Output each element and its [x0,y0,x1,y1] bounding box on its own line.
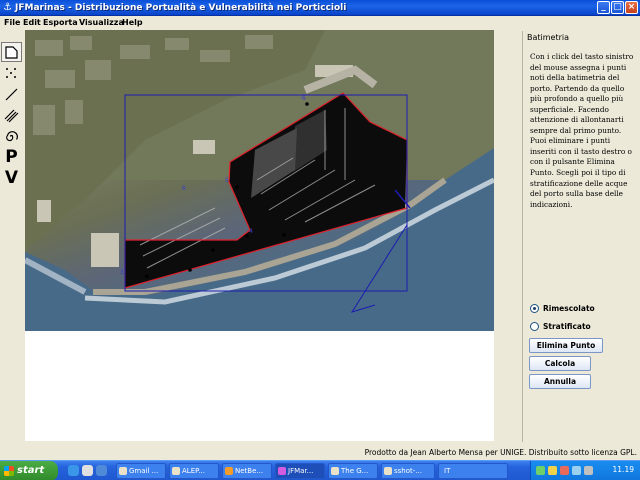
system-tray: 11.19 [530,461,640,480]
taskbar: start Gmail ... ALEP... NetBe... JFMar..… [0,460,640,480]
jfmarinas-task-icon [278,467,286,475]
polygon-tool-icon [5,45,18,59]
task-label: Gmail ... [129,467,159,475]
menu-bar: File Edit Esporta Visualizza Help [0,16,640,29]
maximize-button[interactable]: □ [611,1,624,14]
title-bar[interactable]: ⚓ JFMarinas - Distribuzione Portualità e… [0,0,640,16]
task-label: ALEP... [182,467,205,475]
netbeans-task-icon [225,467,233,475]
alert-tray-icon[interactable] [560,466,569,475]
close-button[interactable]: × [625,1,638,14]
clock: 11.19 [612,465,634,474]
menu-help[interactable]: Help [122,17,143,28]
v-tool-button[interactable]: V [1,168,22,188]
task-label: NetBe... [235,467,264,475]
status-text: Prodotto da Jean Alberto Mensa per UNIGE… [364,448,637,457]
task-label: IT [444,467,451,475]
volume-tray-icon[interactable] [572,466,581,475]
task-label: sshot-... [394,467,422,475]
instructions-text: Con i click del tasto sinistro del mouse… [530,52,634,209]
line-tool-button[interactable] [1,84,22,104]
tool-palette: P V [1,42,23,202]
app-icon: ⚓ [3,2,12,13]
task-label: JFMar... [288,467,314,475]
start-button[interactable]: start [0,461,58,480]
status-bar: Prodotto da Jean Alberto Mensa per UNIGE… [0,446,640,460]
task-language[interactable]: IT [438,463,508,479]
desktop-quicklaunch-icon[interactable] [82,465,93,476]
radio-stratificato-label[interactable]: Stratificato [543,322,591,331]
gmail-task-icon [119,467,127,475]
svg-text:3: 3 [120,269,124,276]
the-g-task-icon [331,467,339,475]
p-tool-button[interactable]: P [1,147,22,167]
annulla-button[interactable]: Annulla [529,374,591,389]
elimina-punto-button[interactable]: Elimina Punto [529,338,603,353]
canvas-blank-area [25,331,494,441]
task-netbeans[interactable]: NetBe... [222,463,272,479]
radio-stratificato-indicator[interactable] [530,322,539,331]
radio-rimescolato-label[interactable]: Rimescolato [543,304,595,313]
media-quicklaunch-icon[interactable] [96,465,107,476]
task-sshot[interactable]: sshot-... [381,463,435,479]
task-the-g[interactable]: The G... [328,463,378,479]
points-tool-button[interactable] [1,63,22,83]
polygon-tool-button[interactable] [1,42,22,62]
network-tray-icon[interactable] [536,466,545,475]
menu-esporta[interactable]: Esporta [43,17,78,28]
start-label: start [17,465,45,476]
minimize-button[interactable]: _ [597,1,610,14]
svg-text:·6: ·6 [300,95,306,102]
task-alep[interactable]: ALEP... [169,463,219,479]
hatch-tool-button[interactable] [1,105,22,125]
v-tool-icon: V [4,168,19,188]
calcola-button[interactable]: Calcola [529,356,591,371]
menu-file[interactable]: File [4,17,20,28]
hatch-tool-icon [4,109,19,122]
svg-text:6: 6 [182,185,186,192]
window-title: JFMarinas - Distribuzione Portualità e V… [15,3,347,13]
svg-text:5: 5 [225,177,229,184]
svg-text:4: 4 [249,228,253,235]
browser-quicklaunch-icon[interactable] [68,465,79,476]
menu-edit[interactable]: Edit [23,17,41,28]
line-tool-icon [5,88,18,100]
task-label: The G... [341,467,369,475]
menu-visualizza[interactable]: Visualizza [79,17,124,28]
application-window: ⚓ JFMarinas - Distribuzione Portualità e… [0,0,640,480]
radio-rimescolato-indicator[interactable] [530,304,539,313]
spiral-tool-button[interactable] [1,126,22,146]
p-tool-icon: P [5,147,18,167]
task-jfmarinas[interactable]: JFMar... [275,463,325,479]
panel-title: Batimetria [527,33,570,42]
task-gmail[interactable]: Gmail ... [116,463,166,479]
radio-stratificato[interactable]: Stratificato [530,322,591,331]
aerial-map: ·6 6 5 4 3 [25,30,494,331]
spiral-tool-icon [6,130,18,141]
radio-rimescolato[interactable]: Rimescolato [530,304,595,313]
windows-flag-icon [4,466,14,476]
sshot-task-icon [384,467,392,475]
points-tool-icon [6,67,16,78]
map-canvas[interactable]: ·6 6 5 4 3 [25,30,494,331]
security-tray-icon[interactable] [548,466,557,475]
alep-task-icon [172,467,180,475]
device-tray-icon[interactable] [584,466,593,475]
batimetria-panel: Batimetria Con i click del tasto sinistr… [522,31,638,442]
